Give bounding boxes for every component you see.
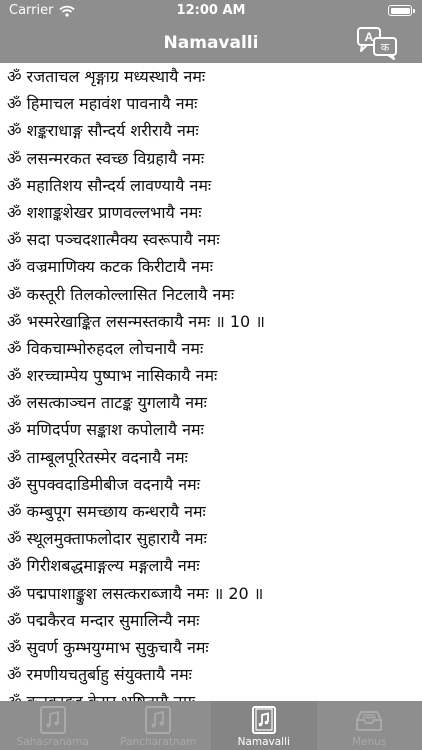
translate-icon[interactable]: A क xyxy=(356,26,400,60)
list-item: ॐ ताम्बूलपूरितस्मेर वदनायै नमः xyxy=(7,447,188,467)
list-item: ॐ शरच्चाम्पेय पुष्पाभ नासिकायै नमः xyxy=(7,366,218,386)
list-item: ॐ स्थूलमुक्ताफलोदार सुहारायै नमः xyxy=(7,529,207,549)
clock: 12:00 AM xyxy=(176,3,246,18)
list-item: ॐ रमणीयचतुर्बाहु संयुक्तायै नमः xyxy=(7,665,192,685)
list-item: ॐ पद्मपाशाङ्कुश लसत्कराब्जायै नमः ॥ 20 ॥ xyxy=(7,583,264,603)
list-item: ॐ सुवर्ण कुम्भयुग्माभ सुकुचायै नमः xyxy=(7,637,209,657)
list-item: ॐ कम्बुपूग समच्छाय कन्धरायै नमः xyxy=(7,502,206,521)
list-item: ॐ कनकाङ्गद केयूर भूषितायै नमः xyxy=(0,688,422,701)
tab-label: Pancharatnam xyxy=(120,736,197,748)
list-item: ॐ भस्मरेखाङ्कित लसन्मस्तकायै नमः ॥ 10 ॥ xyxy=(7,311,265,331)
list-item: ॐ मणिदर्पण सङ्काश कपोलायै नमः xyxy=(7,420,204,440)
tab-label: Menus xyxy=(352,736,387,748)
list-item: ॐ गिरीशबद्धमाङ्गल्य मङ्गलायै नमः xyxy=(7,556,200,576)
music-book-icon xyxy=(249,705,279,735)
tab-menus[interactable]: Menus xyxy=(317,701,422,750)
svg-text:A: A xyxy=(365,30,374,44)
tab-pancharatnam[interactable]: Pancharatnam xyxy=(106,701,212,750)
header: Carrier 12:00 AM Namavalli A क xyxy=(0,0,422,63)
list-item: ॐ लसन्मरकत स्वच्छ विग्रहायै नमः xyxy=(7,148,205,168)
tab-sahasranama[interactable]: Sahasranama xyxy=(0,701,106,750)
music-file-icon xyxy=(38,705,68,735)
list-item: ॐ विकचाम्भोरुहदल लोचनायै नमः xyxy=(7,338,204,358)
music-file-icon xyxy=(143,705,173,735)
tray-icon xyxy=(354,705,384,735)
svg-text:क: क xyxy=(381,41,390,54)
navigation-bar: Namavalli A क xyxy=(0,22,422,63)
tab-namavalli[interactable]: Namavalli xyxy=(211,701,317,750)
list-item: ॐ सदा पञ्चदशात्मैक्य स्वरूपायै नमः xyxy=(7,230,220,250)
tab-label: Namavalli xyxy=(237,736,290,748)
list-item: ॐ लसत्काञ्चन ताटङ्क युगलायै नमः xyxy=(7,393,207,413)
list-item: ॐ हिमाचल महावंश पावनायै नमः xyxy=(7,94,198,114)
battery-icon xyxy=(388,5,415,16)
list-item: ॐ महातिशय सौन्दर्य लावण्यायै नमः xyxy=(7,175,212,195)
list-item: ॐ रजताचल शृङ्गाग्र मध्यस्थायै नमः xyxy=(7,67,206,86)
tab-bar: Sahasranama Pancharatnam Namavalli Menus xyxy=(0,701,422,750)
list-item: ॐ वज्रमाणिक्य कटक किरीटायै नमः xyxy=(7,257,213,277)
status-bar: Carrier 12:00 AM xyxy=(0,0,422,22)
namavalli-list[interactable]: ॐ रजताचल शृङ्गाग्र मध्यस्थायै नमः ॐ हिमाच… xyxy=(0,63,422,701)
list-item: ॐ सुपक्वदाडिमीबीज वदनायै नमः xyxy=(7,474,200,494)
tab-label: Sahasranama xyxy=(16,736,89,748)
list-item: ॐ शङ्कराधाङ्ग सौन्दर्य शरीरायै नमः xyxy=(7,121,199,141)
list-item: ॐ कस्तूरी तिलकोल्लासित निटलायै नमः xyxy=(7,284,235,304)
list-item: ॐ पद्मकैरव मन्दार सुमालिन्यै नमः xyxy=(7,610,200,630)
list-item: ॐ शशाङ्कशेखर प्राणवल्लभायै नमः xyxy=(7,202,202,222)
